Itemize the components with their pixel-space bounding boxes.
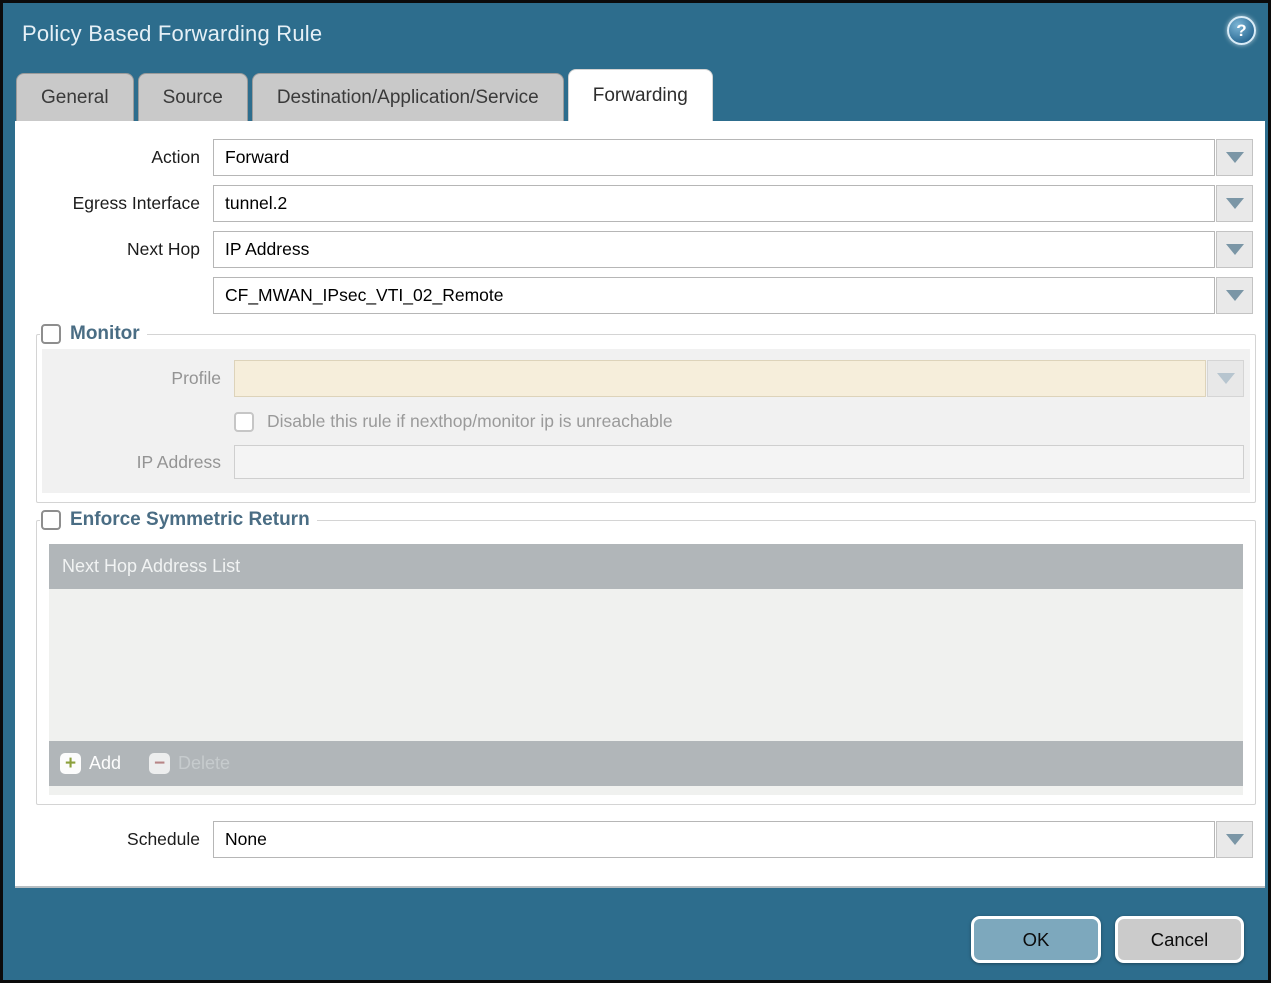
forwarding-tab-panel: Action Forward Egress Interface tunnel.2… [15, 121, 1265, 888]
tab-destination-application-service[interactable]: Destination/Application/Service [252, 73, 564, 121]
chevron-down-icon [1226, 152, 1244, 163]
tab-forwarding[interactable]: Forwarding [568, 69, 713, 121]
egress-interface-row: Egress Interface tunnel.2 [15, 185, 1253, 222]
monitor-label: Monitor [70, 323, 140, 345]
action-dropdown-button[interactable] [1216, 139, 1253, 176]
minus-icon: − [149, 753, 170, 774]
next-hop-type-select[interactable]: IP Address [213, 231, 1215, 268]
next-hop-address-list-toolbar: + Add − Delete [49, 741, 1243, 786]
chevron-down-icon [1226, 834, 1244, 845]
cancel-button[interactable]: Cancel [1115, 916, 1244, 963]
enforce-symmetric-return-group: Enforce Symmetric Return Next Hop Addres… [36, 509, 1256, 805]
next-hop-address-list-header: Next Hop Address List [49, 544, 1243, 589]
chevron-down-icon [1226, 198, 1244, 209]
tab-general[interactable]: General [16, 73, 134, 121]
next-hop-row: Next Hop IP Address [15, 231, 1253, 268]
disable-rule-checkbox [234, 412, 254, 432]
enforce-symmetric-return-legend: Enforce Symmetric Return [40, 509, 317, 531]
chevron-down-icon [1226, 244, 1244, 255]
add-button: + Add [60, 753, 121, 774]
action-label: Action [15, 147, 213, 168]
tab-source[interactable]: Source [138, 73, 248, 121]
profile-dropdown-button [1207, 360, 1244, 397]
next-hop-address-input[interactable]: CF_MWAN_IPsec_VTI_02_Remote [213, 277, 1215, 314]
monitor-body: Profile Disable this rule if nexthop/mon… [42, 349, 1250, 493]
egress-interface-label: Egress Interface [15, 193, 213, 214]
policy-based-forwarding-dialog: Policy Based Forwarding Rule ? General S… [0, 0, 1271, 983]
disable-rule-label: Disable this rule if nexthop/monitor ip … [267, 411, 673, 432]
monitor-legend: Monitor [40, 323, 147, 345]
plus-icon: + [60, 753, 81, 774]
profile-select [234, 360, 1206, 397]
egress-interface-dropdown-button[interactable] [1216, 185, 1253, 222]
monitor-ip-label: IP Address [42, 452, 234, 473]
monitor-ip-row: IP Address [42, 445, 1244, 479]
next-hop-value-row: CF_MWAN_IPsec_VTI_02_Remote [15, 277, 1253, 314]
chevron-down-icon [1217, 373, 1235, 384]
next-hop-address-table: Next Hop Address List + Add − Delete [49, 544, 1243, 795]
egress-interface-select[interactable]: tunnel.2 [213, 185, 1215, 222]
next-hop-address-dropdown-button[interactable] [1216, 277, 1253, 314]
schedule-row: Schedule None [15, 821, 1253, 858]
add-button-label: Add [89, 753, 121, 774]
schedule-label: Schedule [15, 829, 213, 850]
help-icon[interactable]: ? [1227, 16, 1256, 45]
schedule-select[interactable]: None [213, 821, 1215, 858]
next-hop-address-list-body[interactable] [49, 589, 1243, 741]
action-select[interactable]: Forward [213, 139, 1215, 176]
monitor-group: Monitor Profile Disable this rule if nex… [36, 323, 1256, 503]
ok-button[interactable]: OK [971, 916, 1101, 963]
monitor-checkbox[interactable] [41, 324, 61, 344]
monitor-ip-input [234, 445, 1244, 479]
next-hop-label: Next Hop [15, 239, 213, 260]
disable-rule-row: Disable this rule if nexthop/monitor ip … [234, 411, 1244, 432]
action-row: Action Forward [15, 139, 1253, 176]
schedule-dropdown-button[interactable] [1216, 821, 1253, 858]
tab-bar: General Source Destination/Application/S… [16, 69, 1258, 121]
enforce-symmetric-return-checkbox[interactable] [41, 510, 61, 530]
delete-button-label: Delete [178, 753, 230, 774]
chevron-down-icon [1226, 290, 1244, 301]
enforce-symmetric-return-label: Enforce Symmetric Return [70, 509, 310, 531]
next-hop-dropdown-button[interactable] [1216, 231, 1253, 268]
delete-button: − Delete [149, 753, 230, 774]
dialog-title: Policy Based Forwarding Rule [22, 21, 322, 47]
profile-label: Profile [42, 368, 234, 389]
table-bottom-strip [49, 786, 1243, 795]
profile-row: Profile [42, 360, 1244, 397]
